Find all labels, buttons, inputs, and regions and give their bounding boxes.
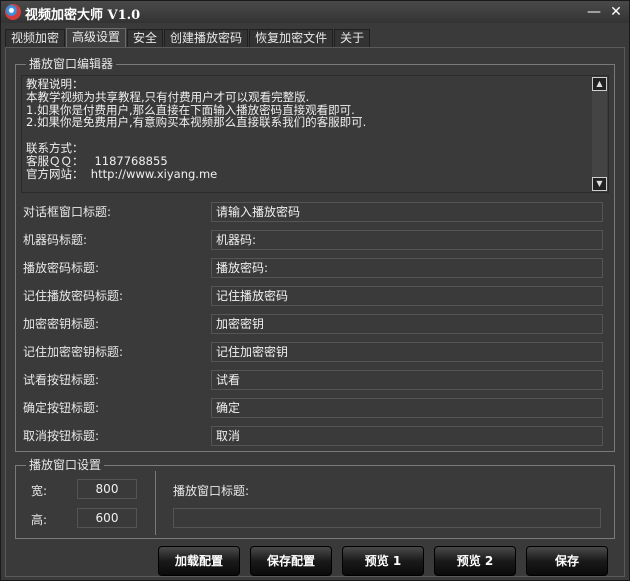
preview-button-title-input[interactable]: 试看 [211, 370, 603, 390]
scroll-up-icon[interactable]: ▲ [592, 77, 607, 91]
machine-code-title-input[interactable]: 机器码: [211, 230, 603, 250]
editor-text[interactable]: 教程说明： 本教学视频为共享教程,只有付费用户才可以观看完整版. 1.如果你是付… [26, 78, 592, 180]
tutorial-text-editor[interactable]: 教程说明： 本教学视频为共享教程,只有付费用户才可以观看完整版. 1.如果你是付… [21, 75, 609, 193]
preview-button-title-label: 试看按钮标题: [23, 373, 100, 387]
editor-group-label: 播放窗口编辑器 [26, 57, 117, 71]
tab-video-encrypt[interactable]: 视频加密 [5, 29, 66, 48]
save-button[interactable]: 保存 [526, 546, 608, 576]
height-label: 高: [31, 513, 48, 527]
settings-divider [155, 471, 156, 535]
editor-scrollbar[interactable]: ▲ ▼ [592, 77, 607, 191]
tab-about[interactable]: 关于 [334, 29, 371, 48]
close-button[interactable]: ✕ [607, 3, 625, 21]
ok-button-title-label: 确定按钮标题: [23, 401, 100, 415]
scroll-down-icon[interactable]: ▼ [592, 177, 607, 191]
cancel-button-title-label: 取消按钮标题: [23, 429, 100, 443]
title-bar[interactable]: 视频加密大师 V1.0 — ✕ [1, 1, 629, 23]
preview-2-button[interactable]: 预览 2 [434, 546, 516, 576]
tab-security[interactable]: 安全 [127, 29, 164, 48]
player-window-title-input[interactable] [173, 508, 601, 528]
window-title: 视频加密大师 V1.0 [25, 8, 141, 23]
width-input[interactable]: 800 [77, 479, 137, 499]
tab-restore-encrypted-file[interactable]: 恢复加密文件 [249, 29, 334, 48]
tab-create-play-password[interactable]: 创建播放密码 [164, 29, 249, 48]
machine-code-title-label: 机器码标题: [23, 233, 88, 247]
preview-1-button[interactable]: 预览 1 [342, 546, 424, 576]
remember-key-title-input[interactable]: 记住加密密钥 [211, 342, 603, 362]
dialog-title-label: 对话框窗口标题: [23, 205, 112, 219]
cancel-button-title-input[interactable]: 取消 [211, 426, 603, 446]
play-password-title-label: 播放密码标题: [23, 261, 100, 275]
height-input[interactable]: 600 [77, 508, 137, 528]
load-config-button[interactable]: 加载配置 [158, 546, 240, 576]
remember-key-title-label: 记住加密密钥标题: [23, 345, 124, 359]
encryption-key-title-label: 加密密钥标题: [23, 317, 100, 331]
settings-group-label: 播放窗口设置 [26, 458, 105, 472]
ok-button-title-input[interactable]: 确定 [211, 398, 603, 418]
player-window-title-label: 播放窗口标题: [173, 484, 250, 498]
minimize-button[interactable]: — [585, 3, 603, 21]
save-config-button[interactable]: 保存配置 [250, 546, 332, 576]
tab-advanced-settings[interactable]: 高级设置 [66, 28, 127, 48]
tab-bar: 视频加密 高级设置 安全 创建播放密码 恢复加密文件 关于 [5, 28, 371, 48]
remember-password-title-input[interactable]: 记住播放密码 [211, 286, 603, 306]
app-logo-icon [5, 4, 21, 20]
encryption-key-title-input[interactable]: 加密密钥 [211, 314, 603, 334]
play-password-title-input[interactable]: 播放密码: [211, 258, 603, 278]
remember-password-title-label: 记住播放密码标题: [23, 289, 124, 303]
dialog-title-input[interactable]: 请输入播放密码 [211, 202, 603, 222]
app-window: 视频加密大师 V1.0 — ✕ 视频加密 高级设置 安全 创建播放密码 恢复加密… [0, 0, 630, 581]
width-label: 宽: [31, 484, 48, 498]
